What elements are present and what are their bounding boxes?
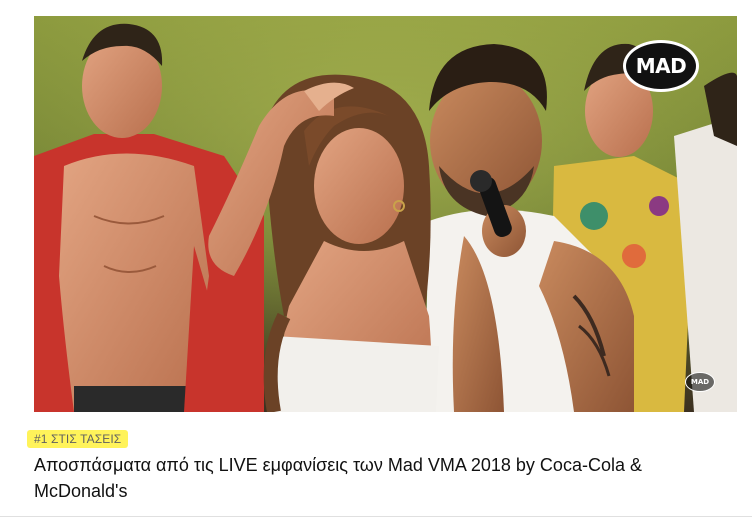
- channel-watermark: MAD: [685, 372, 715, 392]
- video-thumbnail[interactable]: MAD MAD: [34, 16, 737, 412]
- channel-logo-text: MAD: [635, 54, 687, 78]
- divider: [0, 516, 752, 517]
- channel-logo: MAD: [623, 40, 699, 92]
- video-title[interactable]: Αποσπάσματα από τις LIVE εμφανίσεις των …: [34, 452, 724, 504]
- watermark-text: MAD: [690, 378, 710, 386]
- trending-badge[interactable]: #1 ΣΤΙΣ ΤΑΣΕΙΣ: [27, 430, 129, 448]
